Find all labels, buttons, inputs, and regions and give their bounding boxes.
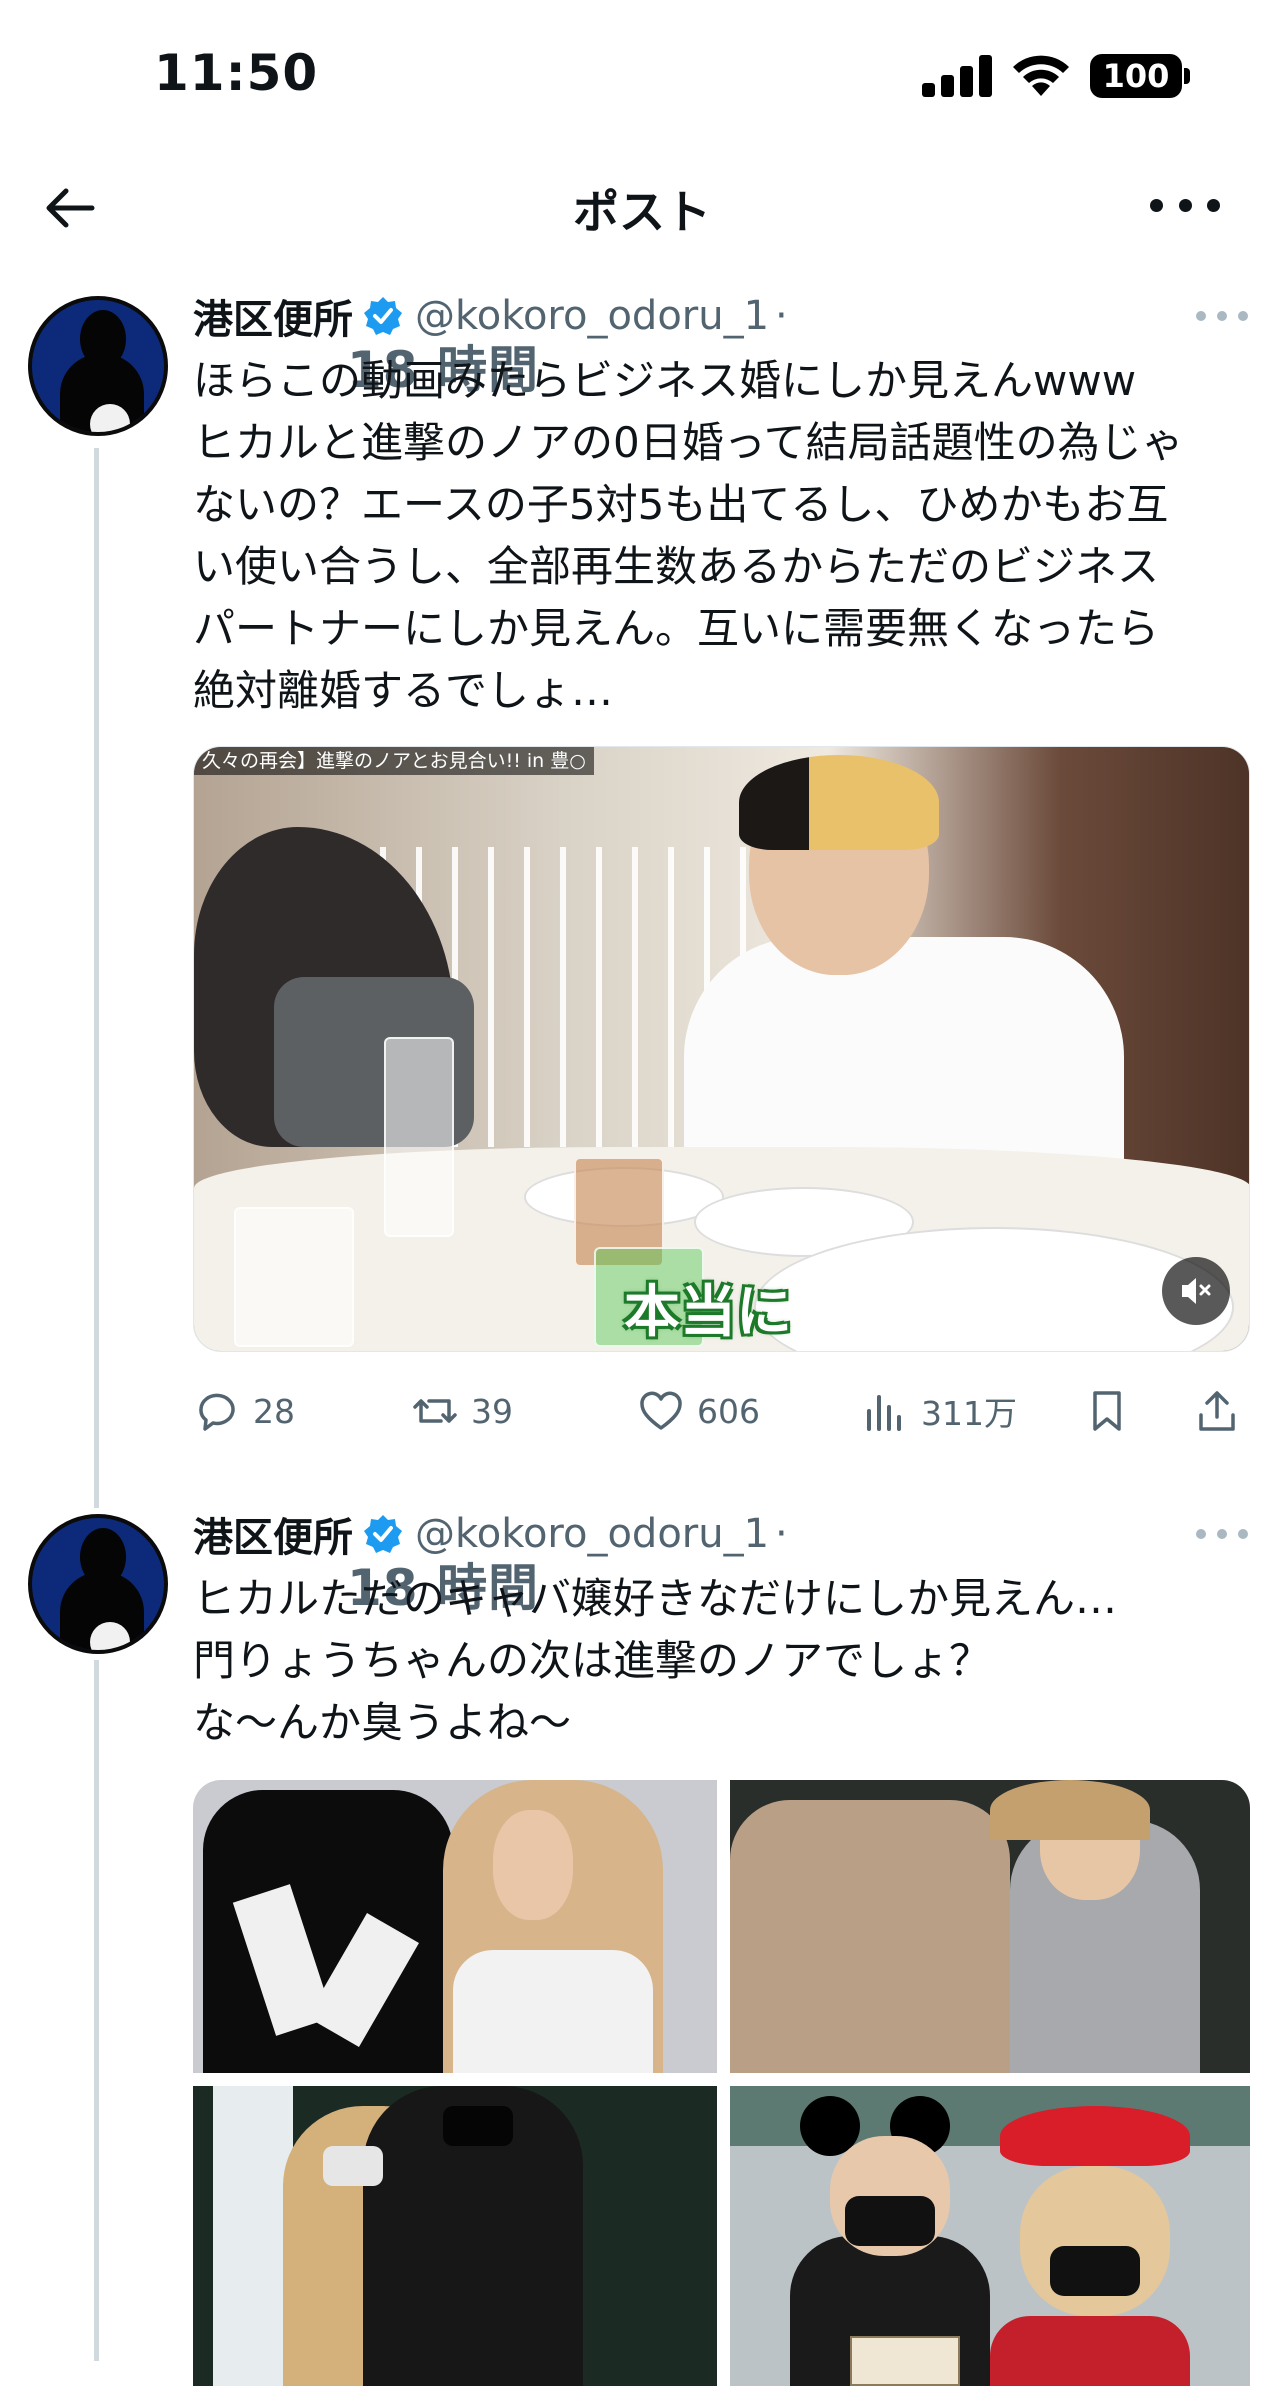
reply-button[interactable]: 28 [193,1378,295,1444]
views-button[interactable]: 311万 [861,1378,1017,1444]
status-time: 11:50 [154,44,319,102]
repost-button[interactable]: 39 [411,1378,513,1444]
video-player[interactable]: 久々の再会】進撃のノアとお見合い!! in 豊○ 本当に [193,746,1250,1352]
reply-count: 28 [253,1391,295,1431]
post-header: 港区便所 @kokoro_odoru_1 · 18 時間 [193,286,794,399]
avatar[interactable] [28,1514,168,1654]
cellular-signal-icon [922,55,992,97]
views-icon [867,1395,901,1431]
separator-dot: · [775,293,788,339]
page-title: ポスト [573,185,711,239]
speaker-muted-icon [1182,1278,1211,1304]
battery-icon: 100 [1090,54,1190,98]
repost-count: 39 [471,1391,513,1431]
thread-connector-line [94,448,99,1508]
bookmark-icon [1093,1391,1121,1431]
reply-icon [199,1393,235,1431]
post-text: ヒカルただのキャバ嬢好きなだけにしか見えん… 門りょうちゃんの次は進撃のノアでし… [193,1574,1118,1747]
thread-connector-line [94,1660,99,2361]
share-button[interactable] [1193,1378,1253,1444]
views-count: 311万 [921,1394,1017,1433]
avatar[interactable] [28,296,168,436]
display-name[interactable]: 港区便所 [193,287,353,345]
photo-grid [193,1780,1250,2386]
photo-2[interactable] [730,1780,1250,2073]
photo-1[interactable] [193,1780,717,2073]
share-icon [1199,1391,1235,1431]
more-options-icon[interactable] [1150,180,1220,230]
photo-3[interactable] [193,2086,717,2386]
post-text: ほらこの動画みたらビジネス婚にしか見えんwww ヒカルと進撃のノアの0日婚って結… [193,356,1184,715]
photo-4[interactable] [730,2086,1250,2386]
display-name[interactable]: 港区便所 [193,1505,353,1563]
mute-toggle-button[interactable] [1162,1257,1230,1325]
video-caption: 本当に [624,1280,792,1345]
post-more-icon[interactable] [1196,1524,1248,1544]
post-actions-bar: 28 39 606 311万 [193,1378,1253,1444]
video-title-overlay: 久々の再会】進撃のノアとお見合い!! in 豊○ [194,747,594,775]
post-more-icon[interactable] [1196,306,1248,326]
wifi-icon [1013,55,1069,96]
separator-dot: · [775,1511,788,1557]
repost-icon [413,1399,457,1423]
top-nav-bar: ポスト [0,150,1284,260]
bookmark-button[interactable] [1083,1378,1143,1444]
like-count: 606 [697,1391,760,1431]
status-bar: 11:50 100 [0,0,1284,150]
heart-icon [640,1391,682,1430]
post-header: 港区便所 @kokoro_odoru_1 · 18 時間 [193,1504,794,1617]
like-button[interactable]: 606 [637,1378,760,1444]
